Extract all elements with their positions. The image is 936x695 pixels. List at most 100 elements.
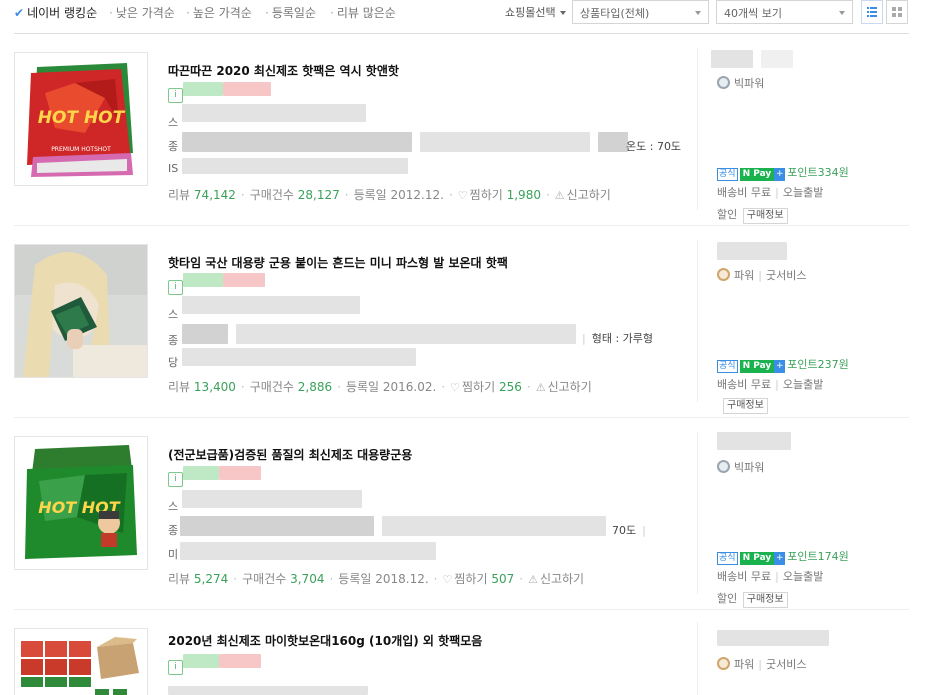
redacted-block: [598, 132, 628, 152]
redacted-block: [182, 348, 416, 366]
purchase-count: 구매건수 3,704: [242, 572, 325, 586]
spec-value: 온도 : 70도: [626, 140, 682, 153]
seller-grade: 빅파워: [717, 75, 764, 91]
npay-logo: N Pay: [739, 360, 775, 373]
purchase-count: 구매건수 28,127: [249, 188, 340, 202]
hotpack-image: HOT HOT: [15, 437, 147, 569]
hotpack-logo-text: HOT HOT: [38, 108, 126, 128]
spec-initial: 종: [168, 140, 179, 153]
redacted-block: [182, 490, 362, 508]
official-tag: 공식: [717, 168, 738, 181]
seller-info: 빅파워 공식 N Pay + 포인트334원 배송비 무료 | 오늘출발 할인 구매정보: [697, 48, 897, 224]
product-thumbnail[interactable]: HOT HOT: [14, 436, 148, 570]
seller-grade: 파워 | 굿서비스: [717, 267, 806, 283]
npay-mark-icon: i: [168, 660, 183, 675]
redacted-block: [223, 273, 265, 287]
spec-initial: IS: [168, 162, 179, 175]
model-photo-image: [15, 245, 147, 377]
point-label: 포인트174원: [787, 550, 849, 563]
official-tag: 공식: [717, 360, 738, 373]
registration-date: 등록일 2016.02.: [345, 380, 437, 394]
purchase-info-button[interactable]: 구매정보: [742, 208, 788, 224]
report-button[interactable]: ⚠ 신고하기: [555, 188, 611, 202]
product-row: 핫타임 국산 대용량 군용 붙이는 흔드는 미니 파스형 발 보온대 핫팩 i …: [0, 226, 936, 418]
spec-initial: 스: [168, 308, 179, 321]
redacted-block: [182, 158, 408, 174]
redacted-block: [182, 132, 412, 152]
review-count[interactable]: 리뷰 13,400: [168, 380, 236, 394]
wishlist-button[interactable]: ♡ 찜하기 507: [443, 572, 515, 586]
product-title[interactable]: 따끈따끈 2020 최신제조 핫팩은 역시 핫앤핫: [168, 62, 399, 79]
wishlist-button[interactable]: ♡ 찜하기 1,980: [458, 188, 541, 202]
checkmark-icon: ✔: [14, 6, 25, 20]
plus-icon: +: [774, 168, 786, 181]
report-button[interactable]: ⚠ 신고하기: [528, 572, 584, 586]
list-view-button[interactable]: [861, 0, 883, 24]
purchase-info-line: 할인 구매정보: [717, 590, 788, 608]
point-label: 포인트237원: [787, 358, 849, 371]
plus-icon: +: [774, 552, 786, 565]
official-tag: 공식: [717, 552, 738, 565]
siren-icon: ⚠: [535, 381, 546, 394]
product-stats: 리뷰 13,400 · 구매건수 2,886 · 등록일 2016.02. · ♡ 찜하기 2…: [168, 380, 592, 394]
npay-benefits: 공식 N Pay + 포인트174원: [717, 548, 849, 565]
npay-benefits: 공식 N Pay + 포인트237원: [717, 356, 849, 373]
purchase-info-button[interactable]: 구매정보: [723, 398, 768, 414]
redacted-seller-name[interactable]: [717, 630, 829, 646]
wishlist-button[interactable]: ♡ 찜하기 256: [450, 380, 522, 394]
product-row: HOT HOT PREMIUM HOTSHOT 따끈따끈 2020 최신제조 핫…: [0, 34, 936, 226]
purchase-info-button[interactable]: 구매정보: [742, 592, 788, 608]
product-type-select[interactable]: 상품타입(전체): [572, 0, 709, 24]
redacted-block: [182, 296, 360, 314]
siren-icon: ⚠: [528, 573, 538, 586]
product-title[interactable]: 핫타임 국산 대용량 군용 붙이는 흔드는 미니 파스형 발 보온대 핫팩: [168, 254, 508, 271]
redacted-seller-name[interactable]: [717, 432, 791, 450]
redacted-block: [219, 466, 261, 480]
redacted-block: [223, 82, 271, 96]
redacted-seller-name[interactable]: [717, 242, 787, 260]
product-thumbnail[interactable]: HOT HOT PREMIUM HOTSHOT: [14, 52, 148, 186]
redacted-block: [182, 104, 366, 122]
discount-label: 할인: [717, 592, 738, 605]
sort-option-low-price[interactable]: · 낮은 가격순: [109, 4, 175, 21]
review-count[interactable]: 리뷰 5,274: [168, 572, 228, 586]
spec-initial: 미: [168, 548, 179, 561]
discount-label: 할인: [717, 208, 738, 221]
list-view-icon: [867, 7, 877, 17]
purchase-info-line: 구매정보: [721, 398, 768, 414]
sort-option-high-price[interactable]: · 높은 가격순: [186, 4, 252, 21]
report-button[interactable]: ⚠ 신고하기: [536, 380, 592, 394]
product-title[interactable]: (전군보급품)검증된 품질의 최신제조 대용량군용: [168, 446, 412, 463]
bullet-icon: ·: [330, 6, 334, 20]
product-thumbnail[interactable]: [14, 244, 148, 378]
seller-info: 파워 | 굿서비스: [697, 622, 897, 695]
redacted-seller-name[interactable]: [711, 50, 753, 68]
per-page-select[interactable]: 40개씩 보기: [716, 0, 853, 24]
shop-select-dropdown[interactable]: 쇼핑몰선택: [505, 4, 566, 20]
bullet-icon: ·: [186, 6, 190, 20]
heart-icon: ♡: [457, 189, 468, 202]
sort-option-date[interactable]: · 등록일순: [265, 4, 316, 21]
spec-initial: 당: [168, 356, 179, 369]
sort-option-reviews[interactable]: · 리뷰 많은순: [330, 4, 396, 21]
redacted-block: [382, 516, 606, 536]
redacted-block: [219, 654, 261, 668]
sort-option-ranking[interactable]: ✔ 네이버 랭킹순: [14, 4, 97, 21]
product-thumbnail[interactable]: [14, 628, 148, 695]
redacted-block: [180, 516, 374, 536]
review-count[interactable]: 리뷰 74,142: [168, 188, 236, 202]
npay-benefits: 공식 N Pay + 포인트334원: [717, 164, 849, 181]
heart-icon: ♡: [442, 573, 453, 586]
seller-grade: 파워 | 굿서비스: [717, 656, 806, 672]
siren-icon: ⚠: [554, 189, 565, 202]
redacted-block: [183, 654, 219, 668]
medal-icon: [717, 76, 730, 89]
product-row: 2020년 최신제조 마이핫보온대160g (10개입) 외 핫팩모음 i 파워…: [0, 610, 936, 695]
grid-view-button[interactable]: [886, 0, 908, 24]
product-title[interactable]: 2020년 최신제조 마이핫보온대160g (10개입) 외 핫팩모음: [168, 632, 482, 649]
redacted-block: [182, 324, 228, 344]
medal-icon: [717, 268, 730, 281]
redacted-block: [761, 50, 793, 68]
spec-initial: 스: [168, 500, 179, 513]
registration-date: 등록일 2018.12.: [338, 572, 429, 586]
